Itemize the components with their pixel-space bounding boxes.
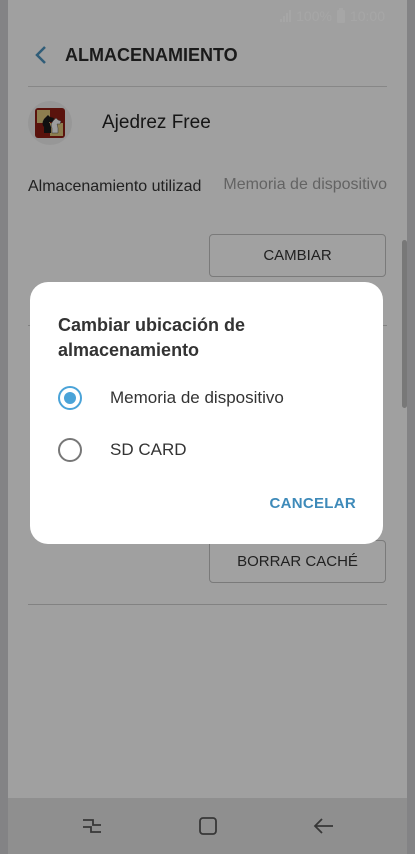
cancel-button[interactable]: CANCELAR	[269, 495, 356, 512]
option-label: SD CARD	[110, 440, 187, 459]
radio-selected-icon[interactable]	[58, 386, 82, 410]
dialog-title: Cambiar ubicación de almacenamiento	[58, 315, 246, 360]
storage-location-dialog: Cambiar ubicación de almacenamiento Memo…	[30, 282, 383, 544]
option-label: Memoria de dispositivo	[110, 388, 284, 407]
option-sd-card[interactable]: SD CARD	[58, 435, 187, 465]
option-device-memory[interactable]: Memoria de dispositivo	[58, 383, 284, 413]
radio-unselected-icon[interactable]	[58, 438, 82, 462]
